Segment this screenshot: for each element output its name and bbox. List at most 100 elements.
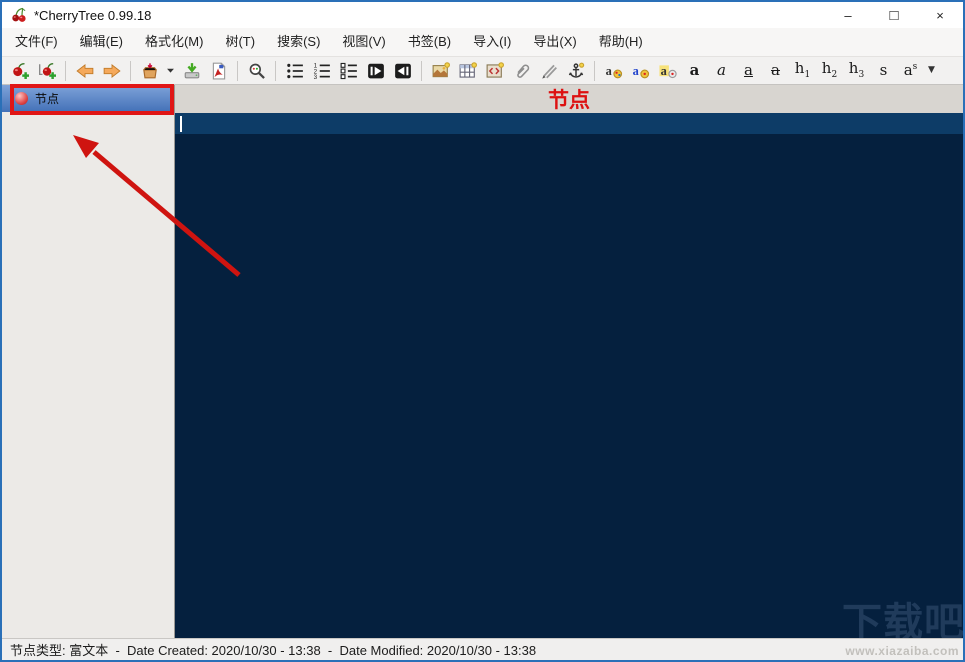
menu-bar: 文件(F) 编辑(E) 格式化(M) 树(T) 搜索(S) 视图(V) 书签(B) 导入(I)… xyxy=(2,28,963,57)
window-controls: – □ × xyxy=(825,2,963,28)
export-pdf-button[interactable] xyxy=(205,59,232,83)
numbered-list-icon: 123 xyxy=(313,62,330,80)
bold-icon: a xyxy=(689,61,700,79)
insert-anchor-icon xyxy=(568,62,584,78)
superscript-button[interactable]: as xyxy=(897,59,924,83)
toolbar-separator xyxy=(594,60,595,81)
strikethrough-icon: a xyxy=(771,61,780,79)
menu-item-edit[interactable]: 编辑(E) xyxy=(69,28,134,56)
recent-docs-dropdown-icon xyxy=(167,68,174,73)
indent-decrease-icon xyxy=(394,63,411,78)
color-foreground-icon: a xyxy=(605,63,622,78)
insert-codebox-button[interactable] xyxy=(481,59,508,83)
color-background-button[interactable]: a xyxy=(627,59,654,83)
formatting-dropdown-button[interactable]: ▼ xyxy=(924,59,939,83)
recent-docs-dropdown-button[interactable] xyxy=(163,59,178,83)
menu-item-search[interactable]: 搜索(S) xyxy=(266,28,331,56)
editor-area[interactable]: 节点 下载吧 xyxy=(175,85,963,638)
toolbar-separator xyxy=(237,60,238,81)
strikethrough-button[interactable]: a xyxy=(762,59,789,83)
go-forward-icon xyxy=(103,63,121,78)
watermark-url: www.xiazaiba.com xyxy=(845,644,959,658)
svg-text:a: a xyxy=(660,63,666,77)
window-title: *CherryTree 0.99.18 xyxy=(34,7,152,23)
go-back-button[interactable] xyxy=(71,59,98,83)
tree-node-label: 节点 xyxy=(35,92,60,106)
add-node-icon xyxy=(12,62,29,79)
menu-item-file[interactable]: 文件(F) xyxy=(4,28,69,56)
small-text-button[interactable]: s xyxy=(870,59,897,83)
node-title: 节点 xyxy=(548,89,590,112)
formatting-dropdown-icon: ▼ xyxy=(928,65,935,75)
indent-decrease-button[interactable] xyxy=(389,59,416,83)
find-in-nodes-button[interactable] xyxy=(243,59,270,83)
toolbar-separator xyxy=(130,60,131,81)
open-file-icon xyxy=(142,62,157,78)
todo-list-icon xyxy=(340,62,357,79)
toolbar-separator xyxy=(65,60,66,81)
toolbar-separator xyxy=(421,60,422,81)
numbered-list-button[interactable]: 123 xyxy=(308,59,335,83)
add-subnode-button[interactable] xyxy=(33,59,60,83)
go-forward-button[interactable] xyxy=(98,59,125,83)
find-in-nodes-icon xyxy=(249,63,265,79)
save-icon xyxy=(184,62,199,78)
insert-image-icon xyxy=(432,61,450,77)
toolbar-separator xyxy=(275,60,276,81)
svg-text:a: a xyxy=(605,63,611,77)
heading-2-icon: h2 xyxy=(821,59,838,80)
heading-1-button[interactable]: h1 xyxy=(789,59,816,83)
italic-icon: a xyxy=(717,61,726,79)
menu-item-export[interactable]: 导出(X) xyxy=(522,28,587,56)
minimize-button[interactable]: – xyxy=(825,2,871,28)
svg-text:a: a xyxy=(632,63,638,77)
color-foreground-button[interactable]: a xyxy=(600,59,627,83)
status-bar: 节点类型: 富文本 - Date Created: 2020/10/30 - 1… xyxy=(2,638,963,660)
close-button[interactable]: × xyxy=(917,2,963,28)
watermark-text: 下载吧 xyxy=(842,601,963,638)
insert-attachment-icon xyxy=(516,64,529,78)
add-subnode-icon xyxy=(38,62,56,79)
insert-link-button[interactable] xyxy=(535,59,562,83)
add-node-button[interactable] xyxy=(6,59,33,83)
menu-item-format[interactable]: 格式化(M) xyxy=(134,28,215,56)
export-pdf-icon xyxy=(212,62,225,79)
indent-increase-button[interactable] xyxy=(362,59,389,83)
maximize-button[interactable]: □ xyxy=(871,2,917,28)
italic-button[interactable]: a xyxy=(708,59,735,83)
heading-3-icon: h3 xyxy=(848,59,865,80)
underline-icon: a xyxy=(744,61,753,79)
menu-item-help[interactable]: 帮助(H) xyxy=(588,28,654,56)
main-content: 节点 节点 下载吧 xyxy=(2,85,963,638)
bold-button[interactable]: a xyxy=(681,59,708,83)
bulleted-list-icon xyxy=(286,63,303,78)
menu-item-bookmarks[interactable]: 书签(B) xyxy=(397,28,462,56)
todo-list-button[interactable] xyxy=(335,59,362,83)
underline-button[interactable]: a xyxy=(735,59,762,83)
tree-node-selected[interactable]: 节点 xyxy=(2,85,174,112)
insert-table-button[interactable] xyxy=(454,59,481,83)
insert-anchor-button[interactable] xyxy=(562,59,589,83)
remove-formatting-button[interactable]: a xyxy=(654,59,681,83)
node-sphere-icon xyxy=(15,92,28,105)
menu-item-view[interactable]: 视图(V) xyxy=(331,28,396,56)
heading-3-button[interactable]: h3 xyxy=(843,59,870,83)
tree-panel: 节点 xyxy=(2,85,175,638)
color-background-icon: a xyxy=(632,63,649,78)
save-button[interactable] xyxy=(178,59,205,83)
cherrytree-window: *CherryTree 0.99.18 – □ × 文件(F) 编辑(E) 格式化(… xyxy=(0,0,965,662)
editor-text-area[interactable]: 下载吧 xyxy=(175,113,963,638)
bulleted-list-button[interactable] xyxy=(281,59,308,83)
insert-attachment-button[interactable] xyxy=(508,59,535,83)
insert-codebox-icon xyxy=(486,61,504,78)
current-line-highlight xyxy=(175,113,963,134)
open-file-button[interactable] xyxy=(136,59,163,83)
node-title-header: 节点 xyxy=(175,85,963,113)
heading-2-button[interactable]: h2 xyxy=(816,59,843,83)
menu-item-tree[interactable]: 树(T) xyxy=(214,28,266,56)
menu-item-import[interactable]: 导入(I) xyxy=(462,28,522,56)
status-text: 节点类型: 富文本 - Date Created: 2020/10/30 - 1… xyxy=(10,643,537,658)
go-back-icon xyxy=(75,63,93,78)
cherrytree-logo-icon xyxy=(11,7,27,23)
insert-image-button[interactable] xyxy=(427,59,454,83)
